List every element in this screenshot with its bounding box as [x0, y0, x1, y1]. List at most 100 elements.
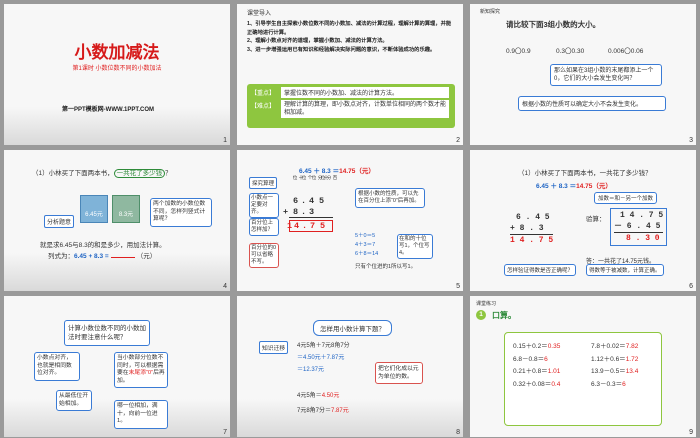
- exercise-title: 口算。: [492, 311, 516, 320]
- sum-row: 1 4 . 7 5: [287, 220, 333, 232]
- conversion-lines: 4元5角＋7元8角7分 ＝4.50元＋7.87元 ＝12.37元: [297, 340, 350, 376]
- tag-label: 百分位上怎样加？: [249, 218, 279, 236]
- digit: .: [301, 196, 307, 206]
- objective-item: 1、引导学生自主探索小数位数不同的小数加、减法的计算过程，理解计算的算理，并能正…: [247, 21, 452, 36]
- exercise-answer: 0.4: [551, 380, 561, 388]
- tag-label: 百分位的0可以省略不写。: [249, 243, 279, 268]
- slide-number: 7: [223, 429, 227, 436]
- slide-thumbnail-7[interactable]: 计算小数位数不同的小数加法时要注意什么呢？ 小数点对齐，也就是相同数位对齐。 当…: [4, 296, 230, 437]
- column-header: 百分位: [321, 175, 338, 180]
- compare-pair: 0.3〇0.30: [556, 48, 585, 55]
- slide-title: 小数加减法: [74, 43, 160, 62]
- exercise-question: 7.8＋0.02＝: [591, 343, 626, 350]
- key-label: 【重点】: [251, 91, 276, 97]
- conversion-line: ＝4.50元＋7.87元: [297, 355, 345, 361]
- digit: 4: [294, 221, 300, 231]
- minuend-row: 1 4 . 7 5: [620, 211, 664, 220]
- difficulty-label: 【难点】: [251, 104, 276, 110]
- check-note: 加数＝和－另一个加数: [594, 192, 658, 204]
- exercise-number-badge: 1: [476, 310, 486, 320]
- digit: 5: [320, 221, 326, 231]
- addend-row: 6 . 4 5: [516, 213, 550, 222]
- slide-thumbnail-1[interactable]: 小数加减法 第1课时 小数位数不同的小数加法 第一PPT模板网-WWW.1PPT…: [4, 4, 230, 145]
- exercise-box: 0.15＋0.2＝0.35 6.8－0.8＝6 0.21＋0.8＝1.01 0.…: [504, 332, 662, 426]
- slide-thumbnail-9[interactable]: 课堂练习 1 口算。 0.15＋0.2＝0.35 6.8－0.8＝6 0.21＋…: [470, 296, 696, 437]
- compare-pair: 0.006〇0.06: [608, 48, 644, 55]
- exercise-item: 6.3－0.3＝6: [591, 379, 638, 392]
- objectives-list: 1、引导学生自主探索小数位数不同的小数加、减法的计算过程，理解计算的算理，并能正…: [247, 20, 453, 54]
- speech-bubble: 根据小数的性质，可以先在百分位上添“0”后再加。: [355, 188, 425, 208]
- conversion-label: 4元5角＝: [297, 393, 322, 399]
- slide-gradient: [237, 399, 463, 437]
- speech-bubble: 把它们化成以元为单位的数。: [375, 362, 423, 384]
- slide-thumbnail-2[interactable]: 课堂导入 1、引导学生自主探索小数位数不同的小数加、减法的计算过程，理解计算的算…: [237, 4, 463, 145]
- exercise-question: 1.12＋0.6＝: [591, 355, 626, 363]
- vertical-addition: 6 . 4 5 + 8 . 3 1 4 . 7 5: [510, 212, 554, 246]
- speech-bubble: 小数点对齐，也就是相同数位对齐。: [34, 352, 80, 381]
- slide-thumbnail-4[interactable]: （1）小林买了下面两本书， 一共花了多少钱？ 6.45元 8.3元 分析题意 两个…: [4, 150, 230, 291]
- tag-label: 小数点一定要对齐。: [249, 193, 279, 218]
- digit: 3: [309, 207, 315, 217]
- formula-line: 列式为：6.45 + 8.3 = （元）: [48, 250, 156, 260]
- vertical-addition: 6 . 4 5 + 8 . 3 1 4 . 7 5: [283, 196, 333, 232]
- digit: 5: [319, 196, 325, 206]
- digit: 4: [309, 196, 315, 206]
- slide-thumbnail-3[interactable]: 新知探究 请比较下面3组小数的大小。 0.9〇0.9 0.3〇0.30 0.00…: [470, 4, 696, 145]
- slide-thumbnail-6[interactable]: （1）小林买了下面两本书，一共花了多少钱？ 6.45 ＋ 8.3 ＝14.75（…: [470, 150, 696, 291]
- key-points-box: 【重点】 掌握位数不同的小数加、减法的计算方法。 【难点】 理解计算的算理，即小…: [247, 84, 455, 128]
- exercise-column: 7.8＋0.02＝7.82 1.12＋0.6＝1.72 13.9－0.5＝13.…: [591, 341, 638, 391]
- digit: 1: [287, 221, 293, 231]
- slide-number: 4: [223, 283, 227, 290]
- question-text: （1）小林买了下面两本书，一共花了多少钱？: [32, 167, 172, 178]
- slide-thumbnail-5[interactable]: 6.45 ＋ 8.3 ＝14.75（元） 探究算理 小数点一定要对齐。 百分位上…: [237, 150, 463, 291]
- question-bubble: 计算小数位数不同的小数加法时要注意什么呢？: [64, 320, 150, 346]
- exercise-answer: 7.82: [625, 343, 639, 350]
- formula-result: 14.75（元）: [339, 168, 375, 175]
- conversion-line: ＝12.37元: [297, 367, 325, 373]
- exercise-item: 0.21＋0.8＝1.01: [513, 366, 560, 379]
- book-image: 8.3元: [112, 195, 140, 223]
- speech-bubble: 哪一位相加，满十，向前一位进1。: [114, 400, 168, 429]
- slide-thumbnail-8[interactable]: 怎样用小数计算下题？ 知识迁移 4元5角＋7元8角7分 ＝4.50元＋7.87元…: [237, 296, 463, 437]
- exercise-question: 0.15＋0.2＝: [513, 343, 548, 350]
- question-end: ？: [165, 170, 172, 177]
- exercise-answer: 0.35: [547, 343, 561, 350]
- conversion-value: 7.87元: [331, 408, 349, 414]
- slide-number: 2: [456, 137, 460, 144]
- speech-bubble: 根据小数的性质可以确定大小不会发生变化。: [518, 96, 666, 111]
- slide-number: 8: [456, 429, 460, 436]
- tag-label: 知识迁移: [259, 341, 289, 354]
- exercise-item: 6.8－0.8＝6: [513, 354, 560, 367]
- conversion-line: 4元5角＋7元8角7分: [297, 343, 350, 349]
- speech-bubble: 当小数部分位数不同时，可以根据需要在末尾添“0”后再加。: [114, 352, 168, 388]
- section-header: 课堂导入: [247, 11, 272, 17]
- analyze-tag: 分析题意: [44, 215, 75, 228]
- key-text: 掌握位数不同的小数加、减法的计算方法。: [281, 87, 449, 98]
- sum-steps: 5＋0＝5 4＋3＝7 6＋8＝14: [355, 232, 378, 259]
- question-title: 请比较下面3组小数的大小。: [506, 20, 601, 29]
- exercise-answer: 13.4: [625, 368, 639, 375]
- formula-prefix: 列式为：: [48, 253, 74, 260]
- speech-bubble: 两个加数的小数位数不同，怎样列竖式计算呢？: [150, 198, 212, 227]
- question-main: （1）小林买了下面两本书，: [32, 170, 114, 177]
- exercise-question: 6.3－0.3＝: [591, 380, 623, 388]
- formula-result: 14.75（元）: [576, 183, 612, 190]
- exercise-answer: 6: [622, 380, 626, 388]
- speech-bubble: 在和的十位写1，个位写4。: [397, 234, 433, 259]
- exercise-item: 1.12＋0.6＝1.72: [591, 354, 638, 367]
- conversion-value: 4.50元: [321, 393, 340, 399]
- formula-expression: 6.45 + 8.3 =: [74, 253, 109, 260]
- check-label: 验算：: [586, 216, 606, 223]
- slide-number: 6: [689, 283, 693, 290]
- addend-row: 6 . 4 5: [289, 196, 333, 207]
- slide-number: 9: [689, 429, 693, 436]
- question-highlight: 一共花了多少钱: [113, 169, 166, 178]
- book-price: 6.45元: [85, 212, 103, 218]
- formula-unit: （元）: [136, 253, 157, 260]
- question-bubble: 怎样用小数计算下题？: [313, 320, 392, 336]
- digit: 7: [310, 221, 316, 231]
- section-header: 课堂练习: [476, 301, 497, 307]
- formula-expression: 6.45 ＋ 8.3 ＝: [536, 183, 577, 190]
- explain-line: 就是求6.45与8.3的和是多少，用加法计算。: [40, 242, 166, 249]
- slide-number: 1: [223, 137, 227, 144]
